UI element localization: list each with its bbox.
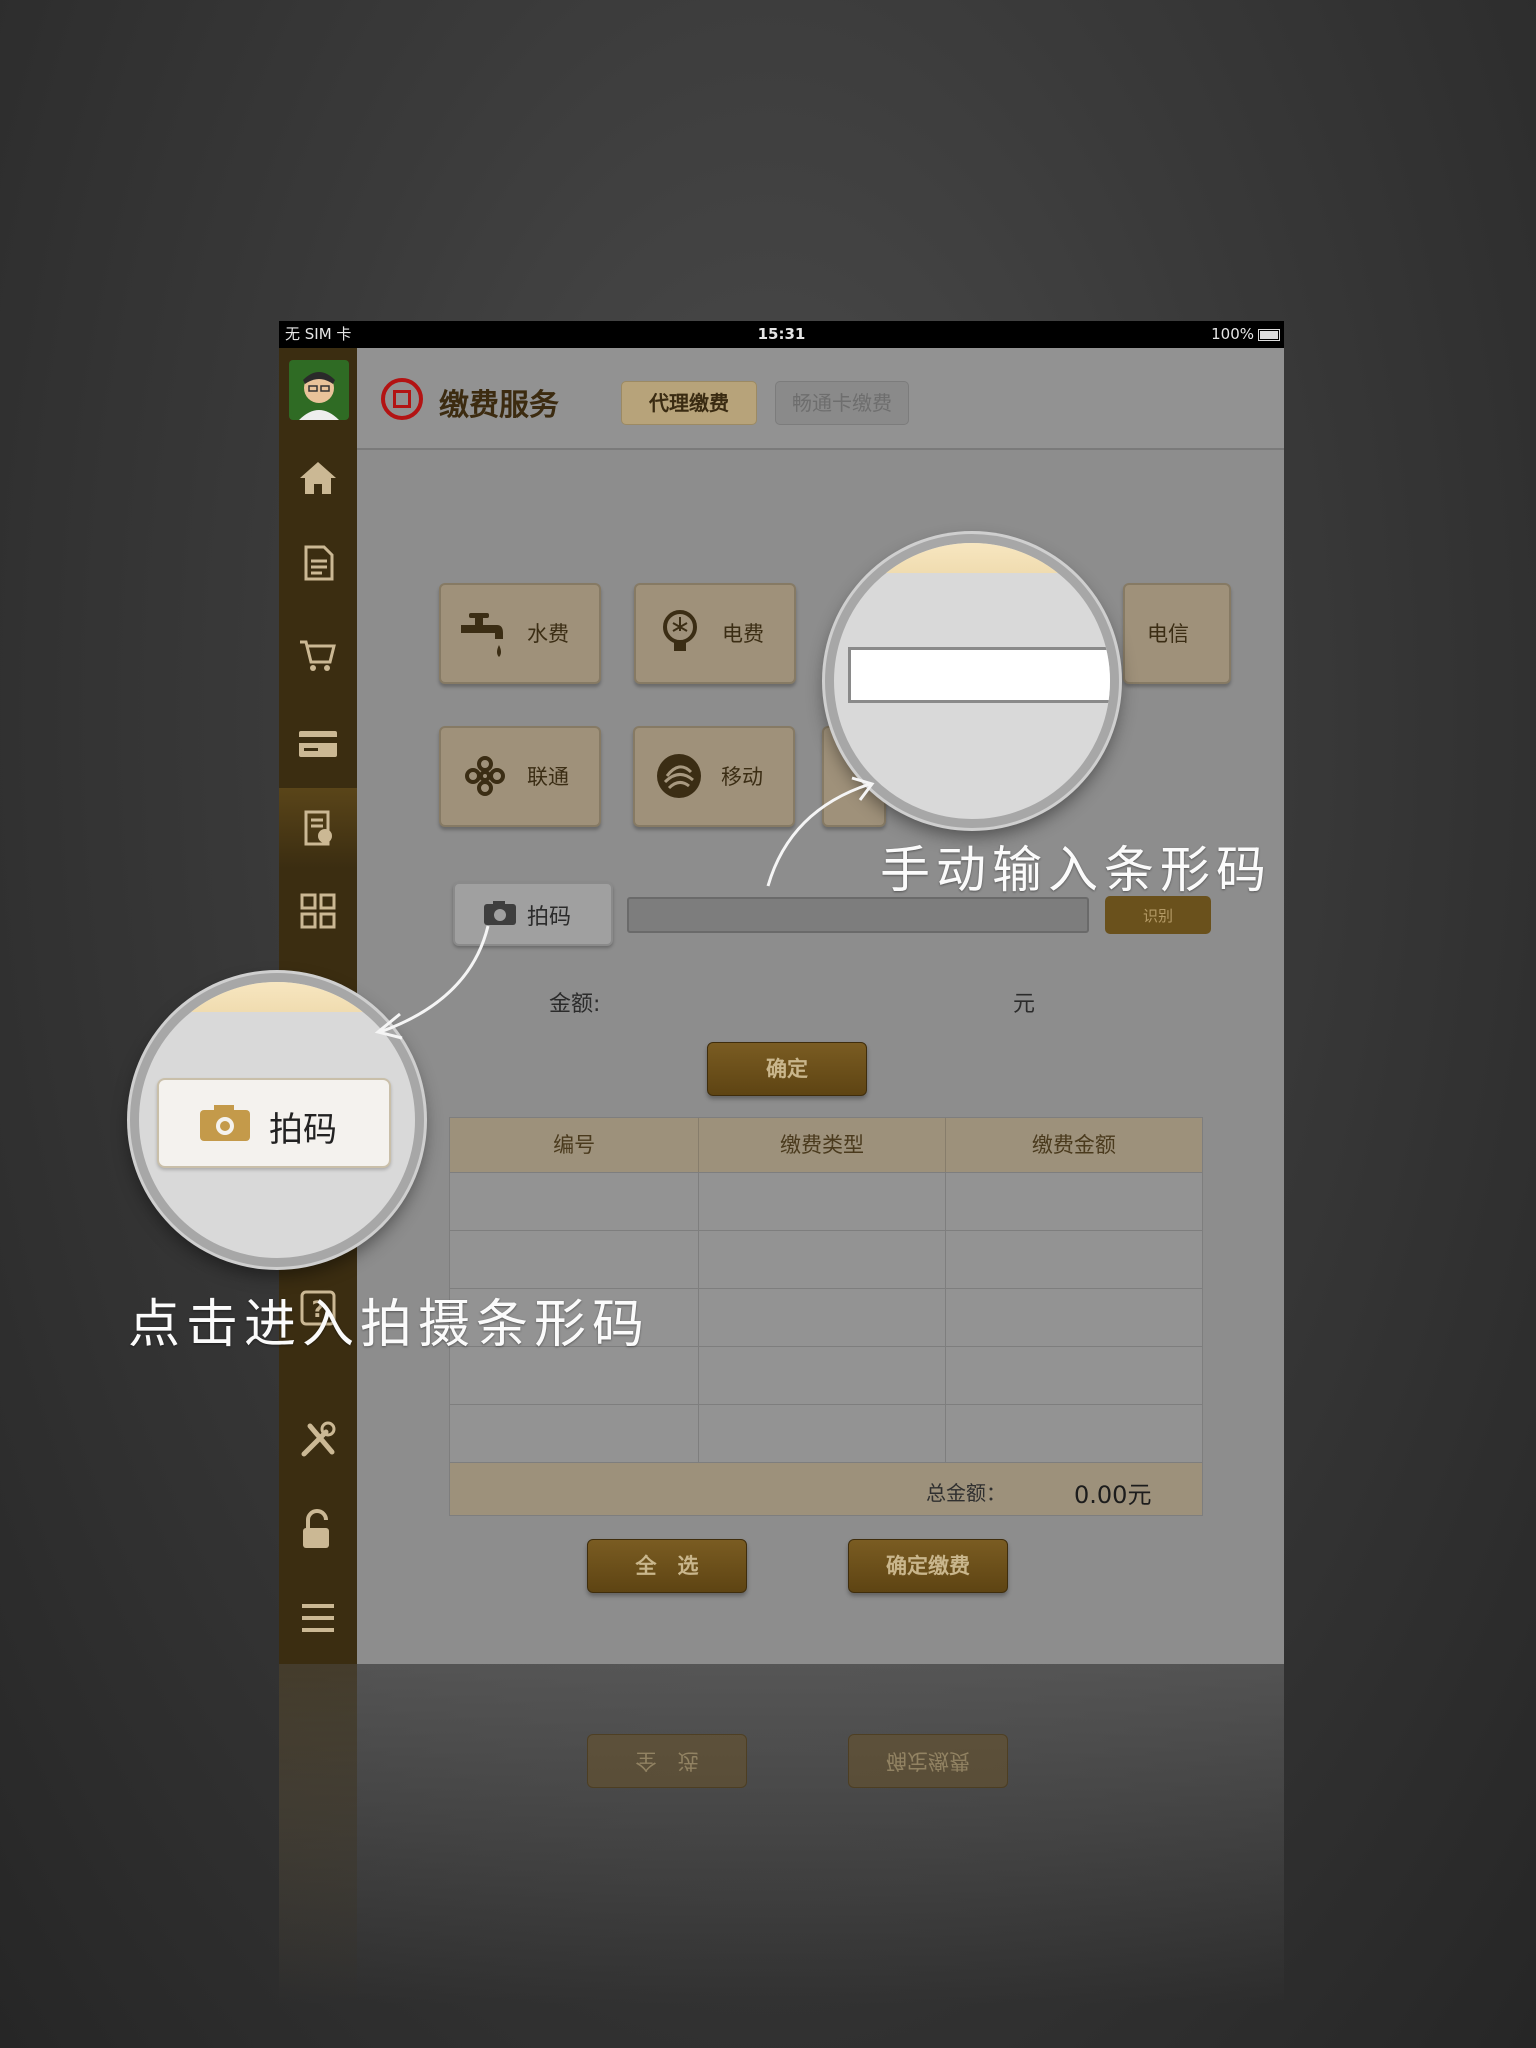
sidebar-card-icon[interactable] — [279, 704, 357, 784]
service-unicom-button[interactable]: 联通 — [439, 726, 601, 827]
battery-label: 100% — [1211, 325, 1254, 343]
magnified-scan-label: 拍码 — [269, 1110, 337, 1150]
sidebar-grid-icon[interactable] — [279, 871, 357, 951]
avatar[interactable] — [289, 360, 349, 420]
callout-scan-barcode: 点击进入拍摄条形码 — [128, 1295, 651, 1355]
service-telecom-button[interactable]: 电信 — [1123, 583, 1231, 684]
callout-manual-input: 手动输入条形码 — [880, 841, 1272, 899]
sidebar-cart-icon[interactable] — [279, 614, 357, 694]
sidebar-lock-icon[interactable] — [279, 1490, 357, 1570]
tab-card-payment[interactable]: 畅通卡缴费 — [775, 381, 909, 425]
column-header-type: 缴费类型 — [699, 1118, 946, 1172]
arrow-to-input-icon — [766, 776, 875, 887]
table-header: 编号 缴费类型 缴费金额 — [450, 1118, 1202, 1173]
select-all-reflection: 全 选 — [587, 1734, 747, 1788]
sidebar-reflection — [279, 1664, 357, 2004]
service-electricity-label: 电费 — [722, 622, 764, 646]
service-electricity-button[interactable]: 电费 — [634, 583, 796, 684]
magnified-barcode-input — [848, 647, 1110, 703]
table-row[interactable] — [450, 1405, 1202, 1463]
service-water-button[interactable]: 水费 — [439, 583, 601, 684]
confirm-payment-button[interactable]: 确定缴费 — [848, 1539, 1008, 1593]
table-footer: 总金额： 0.00元 — [450, 1463, 1202, 1515]
tab-agent-payment[interactable]: 代理缴费 — [621, 381, 757, 425]
magnified-scan-button: 拍码 — [157, 1078, 391, 1168]
status-bar: 无 SIM 卡 15:31 100% — [279, 321, 1284, 348]
unicom-icon — [465, 756, 505, 796]
device-reflection: 全 选 确定缴费 — [279, 1664, 1284, 2004]
service-unicom-label: 联通 — [527, 765, 569, 789]
status-time: 15:31 — [757, 325, 806, 343]
table-row[interactable] — [450, 1231, 1202, 1289]
sidebar-bill-icon[interactable] — [279, 788, 357, 868]
column-header-number: 编号 — [450, 1118, 700, 1172]
total-amount-label: 总金额： — [926, 1481, 1006, 1505]
service-water-label: 水费 — [527, 622, 569, 646]
confirm-button[interactable]: 确定 — [707, 1042, 867, 1096]
page-title: 缴费服务 — [439, 388, 559, 423]
sidebar-home-icon[interactable] — [279, 438, 357, 518]
service-mobile-label: 移动 — [721, 765, 763, 789]
pay-reflection: 确定缴费 — [848, 1734, 1008, 1788]
sidebar-tools-icon[interactable] — [279, 1400, 357, 1480]
magnifier-strip — [834, 543, 1110, 573]
camera-icon — [200, 1105, 250, 1141]
amount-unit: 元 — [1013, 992, 1036, 1017]
select-all-button[interactable]: 全 选 — [587, 1539, 747, 1593]
sidebar-document-icon[interactable] — [279, 523, 357, 603]
header: 缴费服务 代理缴费 畅通卡缴费 — [357, 348, 1284, 450]
barcode-input[interactable] — [627, 897, 1089, 933]
amount-label: 金额: — [549, 992, 601, 1017]
total-amount-value: 0.00元 — [1074, 1481, 1152, 1509]
scan-barcode-label: 拍码 — [527, 905, 572, 930]
arrow-to-scan-icon — [374, 925, 490, 1040]
faucet-icon — [461, 613, 503, 657]
bulb-icon — [663, 610, 697, 651]
sidebar-menu-icon[interactable] — [279, 1578, 357, 1658]
mobile-icon — [657, 754, 701, 798]
battery-icon — [1258, 329, 1280, 341]
service-telecom-label: 电信 — [1147, 622, 1189, 646]
bank-logo-icon — [381, 378, 423, 420]
table-row[interactable] — [450, 1173, 1202, 1231]
column-header-amount: 缴费金额 — [1031, 1133, 1116, 1157]
